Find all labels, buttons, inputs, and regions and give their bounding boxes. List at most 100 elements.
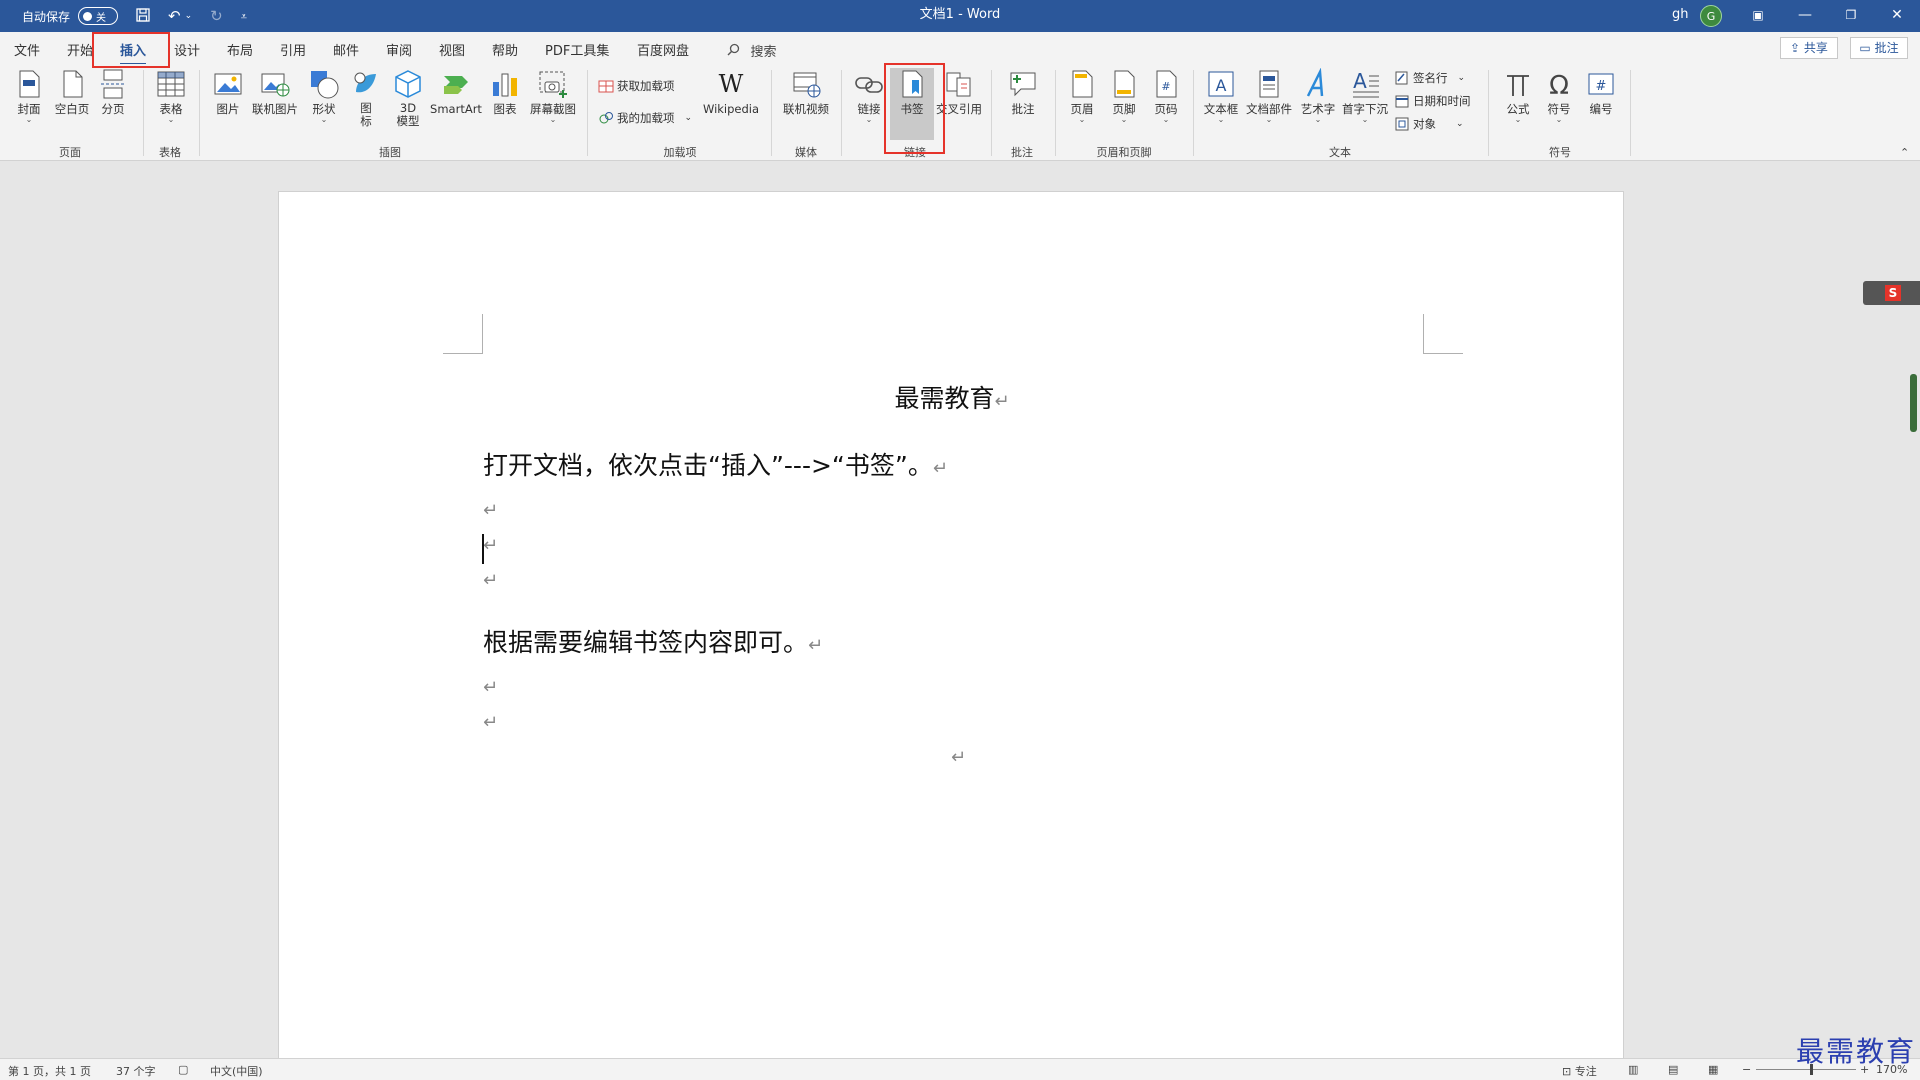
signature-line-button[interactable]: 签名行 ⌄ (1394, 70, 1465, 86)
page-break-button[interactable]: 分页 (96, 68, 130, 116)
autosave-label: 自动保存 (22, 9, 71, 24)
symbol-label: 符号 (1547, 102, 1571, 116)
screenshot-button[interactable]: 屏幕截图 ⌄ (527, 68, 579, 124)
tab-file[interactable]: 文件 (14, 40, 40, 59)
chevron-down-icon: ⌄ (1314, 115, 1322, 124)
share-label: 共享 (1803, 41, 1828, 55)
footer-button[interactable]: 页脚 ⌄ (1106, 68, 1142, 124)
document-heading[interactable]: 最需教育↵ (279, 379, 1625, 415)
chart-button[interactable]: 图表 (488, 68, 522, 116)
cover-page-button[interactable]: 封面 ⌄ (12, 68, 46, 124)
share-button[interactable]: ⇪ 共享 (1780, 37, 1838, 59)
wordart-button[interactable]: 艺术字 ⌄ (1298, 68, 1338, 124)
empty-paragraph[interactable]: ↵ (483, 712, 498, 733)
shapes-button[interactable]: 形状 ⌄ (307, 68, 341, 124)
header-button[interactable]: 页眉 ⌄ (1064, 68, 1100, 124)
empty-paragraph[interactable]: ↵ (951, 747, 966, 768)
date-time-button[interactable]: 日期和时间 (1394, 93, 1471, 109)
link-icon (855, 77, 883, 93)
search-box[interactable]: 搜索 (727, 41, 776, 60)
autosave-toggle[interactable]: 关 (78, 7, 119, 25)
equation-button[interactable]: 公式 ⌄ (1500, 68, 1536, 124)
quick-parts-button[interactable]: 文档部件 ⌄ (1244, 68, 1294, 124)
tab-view[interactable]: 视图 (439, 40, 465, 59)
tab-mailings[interactable]: 邮件 (333, 40, 359, 59)
table-button[interactable]: 表格 ⌄ (153, 68, 189, 124)
chevron-down-icon: ⌄ (549, 115, 557, 124)
paragraph-2-text: 根据需要编辑书签内容即可。 (483, 628, 809, 657)
smartart-button[interactable]: SmartArt (430, 68, 482, 116)
chart-label: 图表 (493, 102, 517, 116)
collapse-ribbon-icon[interactable]: ⌃ (1900, 146, 1909, 159)
3d-models-button[interactable]: 3D 模型 (391, 68, 425, 128)
avatar[interactable]: G (1700, 5, 1722, 27)
undo-icon[interactable]: ↶ (168, 8, 181, 24)
user-name[interactable]: gh (1672, 7, 1689, 22)
tab-review[interactable]: 审阅 (386, 40, 412, 59)
empty-paragraph[interactable]: ↵ (483, 500, 498, 521)
document-paragraph-2[interactable]: 根据需要编辑书签内容即可。↵ (483, 623, 823, 659)
group-label-header-footer: 页眉和页脚 (1096, 146, 1152, 159)
customize-qa-icon[interactable]: ⩡ (241, 11, 247, 22)
ribbon-display-options-icon[interactable]: ▣ (1735, 0, 1781, 32)
new-comment-label: 批注 (1011, 102, 1035, 116)
focus-mode-button[interactable]: ⊡ 专注 (1562, 1063, 1597, 1079)
undo-dropdown-icon[interactable]: ⌄ (185, 11, 193, 21)
picture-button[interactable]: 图片 (210, 68, 246, 116)
heading-text: 最需教育 (894, 384, 995, 413)
cross-reference-icon (946, 72, 971, 97)
shapes-icon (311, 71, 339, 99)
tab-references[interactable]: 引用 (280, 40, 306, 59)
close-icon[interactable]: ✕ (1874, 0, 1920, 32)
print-layout-icon[interactable]: ▤ (1668, 1063, 1678, 1076)
footer-icon (1114, 70, 1135, 98)
textbox-button[interactable]: A 文本框 ⌄ (1202, 68, 1240, 124)
blank-page-icon (63, 70, 83, 98)
vertical-scrollbar-thumb[interactable] (1910, 374, 1917, 432)
tab-baidu-netdisk[interactable]: 百度网盘 (637, 40, 689, 59)
minimize-icon[interactable]: — (1782, 0, 1828, 32)
tab-design[interactable]: 设计 (174, 40, 200, 59)
tab-pdf-tools[interactable]: PDF工具集 (545, 40, 609, 59)
wikipedia-label: Wikipedia (702, 102, 760, 116)
language-status[interactable]: 中文(中国) (210, 1063, 263, 1079)
proofing-icon[interactable]: ▢ (178, 1063, 188, 1076)
blank-page-button[interactable]: 空白页 (52, 68, 92, 116)
blank-page-label: 空白页 (54, 102, 90, 116)
document-page[interactable]: 最需教育↵ 打开文档，依次点击“插入”--->“书签”。↵ ↵ ↵ ↵ 根据需要… (278, 191, 1624, 1071)
word-count[interactable]: 37 个字 (116, 1063, 156, 1079)
number-label: 编号 (1589, 102, 1613, 116)
redo-icon[interactable]: ↻ (210, 8, 223, 24)
tab-home[interactable]: 开始 (67, 40, 93, 59)
online-picture-button[interactable]: 联机图片 (250, 68, 300, 116)
get-addins-button[interactable]: 获取加载项 (598, 78, 675, 94)
tab-help[interactable]: 帮助 (492, 40, 518, 59)
new-comment-button[interactable]: 批注 (1004, 68, 1042, 116)
tab-layout[interactable]: 布局 (227, 40, 253, 59)
empty-paragraph[interactable]: ↵ (483, 570, 498, 591)
web-layout-icon[interactable]: ▦ (1708, 1063, 1718, 1076)
symbol-button[interactable]: Ω 符号 ⌄ (1541, 68, 1577, 124)
link-button[interactable]: 链接 ⌄ (851, 68, 887, 124)
autosave-state: 关 (96, 12, 107, 24)
save-icon[interactable] (136, 7, 150, 25)
icons-button[interactable]: 图标 (349, 68, 383, 128)
empty-paragraph[interactable]: ↵ (483, 535, 498, 556)
drop-cap-button[interactable]: A 首字下沉 ⌄ (1340, 68, 1390, 124)
my-addins-button[interactable]: 我的加载项 ⌄ (598, 110, 692, 126)
read-mode-icon[interactable]: ▥ (1628, 1063, 1638, 1076)
zoom-out-icon[interactable]: − (1742, 1063, 1751, 1076)
restore-icon[interactable]: ❐ (1828, 0, 1874, 32)
comments-button[interactable]: ▭ 批注 (1850, 37, 1908, 59)
document-paragraph-1[interactable]: 打开文档，依次点击“插入”--->“书签”。↵ (483, 446, 948, 482)
page-count[interactable]: 第 1 页，共 1 页 (8, 1063, 91, 1079)
empty-paragraph[interactable]: ↵ (483, 677, 498, 698)
page-number-button[interactable]: # 页码 ⌄ (1148, 68, 1184, 124)
online-video-button[interactable]: 联机视频 (780, 68, 832, 116)
wikipedia-button[interactable]: W Wikipedia (700, 68, 762, 116)
ime-toolbar[interactable]: S (1863, 281, 1920, 305)
pi-icon (1507, 75, 1529, 96)
chevron-down-icon: ⌄ (320, 115, 328, 124)
object-button[interactable]: 对象 ⌄ (1394, 116, 1464, 132)
number-button[interactable]: # 编号 (1583, 68, 1619, 116)
